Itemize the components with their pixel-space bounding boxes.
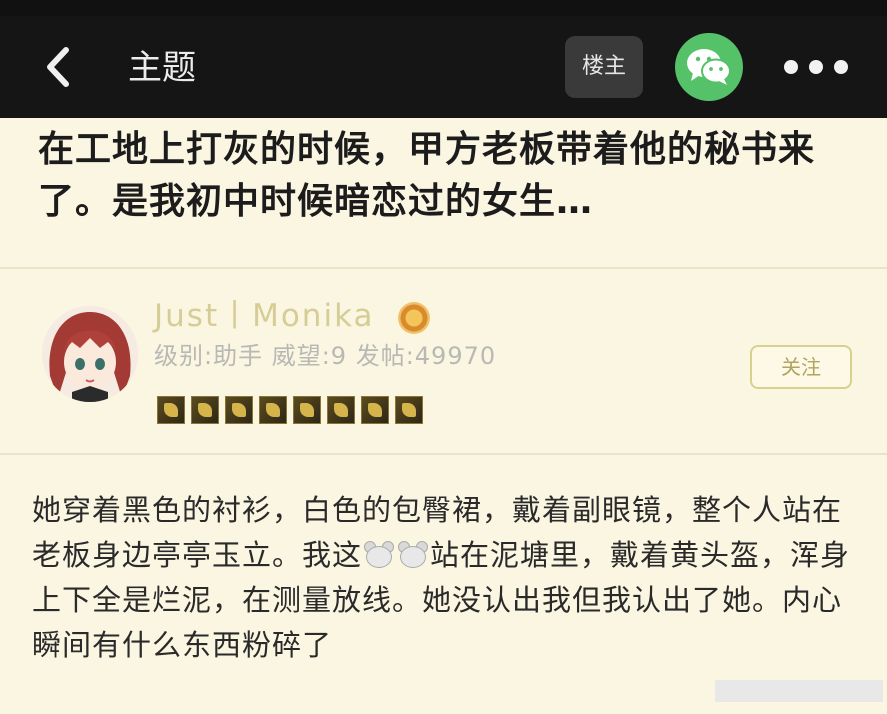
medal-icon[interactable] <box>395 396 423 424</box>
page-title: 主题 <box>128 48 196 88</box>
author-username[interactable]: Just丨Monika <box>154 296 374 336</box>
more-dot <box>834 60 848 74</box>
post-title: 在工地上打灰的时候，甲方老板带着他的秘书来了。是我初中时候暗恋过的女生… <box>38 129 816 222</box>
watermark <box>715 680 883 702</box>
medal-icon[interactable] <box>293 396 321 424</box>
mouse-face-icon <box>362 540 396 570</box>
more-dot <box>784 60 798 74</box>
top-nav-bar: 主题 楼主 <box>0 16 887 118</box>
medal-icon[interactable] <box>225 396 253 424</box>
medal-icon[interactable] <box>157 396 185 424</box>
more-dot <box>809 60 823 74</box>
more-options-button[interactable] <box>780 50 852 84</box>
divider <box>0 453 887 455</box>
medal-icon[interactable] <box>361 396 389 424</box>
avatar[interactable] <box>42 306 138 402</box>
wechat-share-button[interactable] <box>675 33 743 101</box>
post-body: 她穿着黑色的衬衫，白色的包臀裙，戴着副眼镜，整个人站在老板身边亭亭玉立。我这 站在… <box>32 488 862 668</box>
medal-icon[interactable] <box>327 396 355 424</box>
medal-icon[interactable] <box>191 396 219 424</box>
op-only-button[interactable]: 楼主 <box>565 36 643 98</box>
level-badge-icon <box>398 302 430 334</box>
mouse-face-icon <box>396 540 430 570</box>
wechat-icon <box>687 49 731 85</box>
chevron-left-icon <box>47 47 69 87</box>
author-stats: 级别:助手 威望:9 发帖:49970 <box>154 342 497 370</box>
medal-icon[interactable] <box>259 396 287 424</box>
status-bar <box>0 0 887 16</box>
back-button[interactable] <box>38 46 80 88</box>
divider <box>0 267 887 269</box>
follow-button[interactable]: 关注 <box>750 345 852 389</box>
avatar-image <box>42 306 138 402</box>
